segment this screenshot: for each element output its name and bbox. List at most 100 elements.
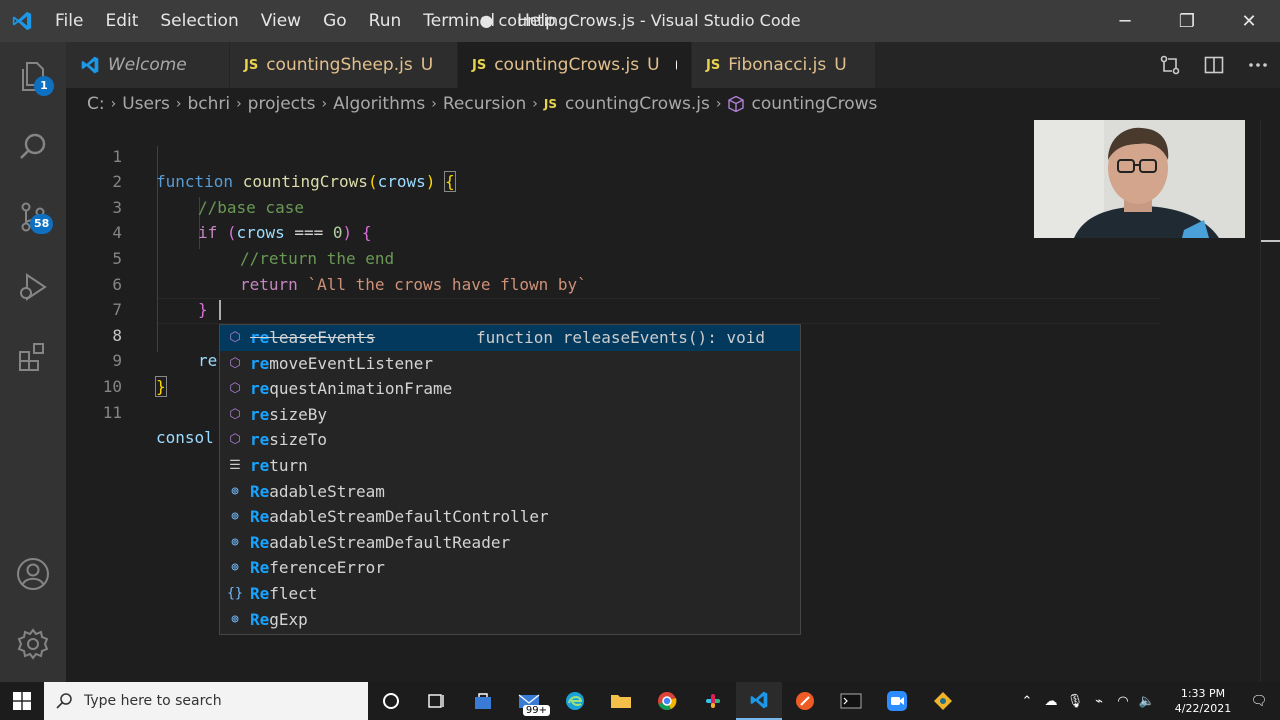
wifi-icon[interactable]: ◠ <box>1112 694 1134 709</box>
store-icon[interactable] <box>460 682 506 720</box>
zoom-icon[interactable] <box>874 682 920 720</box>
breadcrumb-drive[interactable]: C: <box>87 94 105 114</box>
explorer-badge: 1 <box>34 76 54 96</box>
menu-file[interactable]: File <box>44 0 94 42</box>
chevron-right-icon: › <box>175 96 182 112</box>
file-explorer-icon[interactable] <box>598 682 644 720</box>
cube-icon: ⬡ <box>229 406 241 422</box>
postman-icon[interactable] <box>782 682 828 720</box>
suggestion-item[interactable]: ☰ return <box>220 453 800 479</box>
code-line: 8 re <box>66 297 217 371</box>
slack-icon[interactable] <box>690 682 736 720</box>
vscode-small-icon <box>80 55 100 75</box>
suggestion-item[interactable]: ⬡ resizeTo <box>220 427 800 453</box>
edge-icon[interactable] <box>552 682 598 720</box>
extensions-icon[interactable] <box>0 322 66 392</box>
js-file-icon: JS <box>706 57 721 73</box>
code-line: 3 if (crows === 0) { <box>66 169 371 243</box>
chevron-up-icon[interactable]: ⌃ <box>1016 694 1038 709</box>
suggestion-item[interactable]: ⊚ ReadableStreamDefaultController <box>220 504 800 530</box>
tab-fibonacci[interactable]: JS Fibonacci.js U <box>692 42 876 88</box>
unsaved-dot-icon[interactable] <box>675 60 677 70</box>
source-control-icon[interactable]: 58 <box>0 182 66 252</box>
power-icon[interactable]: ⌁ <box>1088 694 1110 709</box>
breadcrumb-recursion[interactable]: Recursion <box>443 94 526 114</box>
suggestion-label: ReferenceError <box>250 558 385 578</box>
menu-help[interactable]: Help <box>506 0 567 42</box>
suggestion-item[interactable]: {} Reflect <box>220 581 800 607</box>
system-tray: ⌃ ☁ 🎙 ⌁ ◠ 🔈 1:33 PM 4/22/2021 🗨 <box>1015 682 1280 720</box>
editor-scrollbar[interactable] <box>1260 120 1280 682</box>
suggestion-item[interactable]: ⊚ ReferenceError <box>220 555 800 581</box>
tab-label: countingSheep.js <box>266 55 413 75</box>
suggestion-item[interactable]: ⬡ requestAnimationFrame <box>220 376 800 402</box>
suggestion-label: Reflect <box>250 584 318 603</box>
taskbar-clock[interactable]: 1:33 PM 4/22/2021 <box>1165 686 1241 716</box>
task-view-icon[interactable] <box>414 682 460 720</box>
suggestion-label: ReadableStream <box>250 481 385 501</box>
search-icon[interactable] <box>0 112 66 182</box>
suggestion-label: resizeBy <box>250 404 328 424</box>
restore-button[interactable]: ❐ <box>1156 0 1218 42</box>
cortana-icon[interactable] <box>368 682 414 720</box>
chevron-right-icon: › <box>431 96 437 112</box>
chrome-icon[interactable] <box>644 682 690 720</box>
suggestion-label: return <box>250 456 308 475</box>
code-line: 6 } <box>66 246 207 320</box>
suggestion-item[interactable]: ⊚ ReadableStream <box>220 479 800 505</box>
menu-run[interactable]: Run <box>358 0 413 42</box>
account-icon[interactable] <box>0 539 66 609</box>
split-editor-icon[interactable] <box>1192 42 1236 88</box>
suggestion-label: ReadableStreamDefaultReader <box>250 532 511 552</box>
search-icon <box>56 693 72 709</box>
variable-icon: ⊚ <box>231 483 239 499</box>
more-actions-icon[interactable] <box>1236 42 1280 88</box>
run-debug-icon[interactable] <box>0 252 66 322</box>
mail-icon[interactable]: 99+ <box>506 682 552 720</box>
tab-countingcrows[interactable]: JS countingCrows.js U <box>458 42 692 88</box>
breadcrumb-algorithms[interactable]: Algorithms <box>333 94 425 114</box>
suggestion-item[interactable]: ⊚ RegExp <box>220 607 800 633</box>
breadcrumb-projects[interactable]: projects <box>248 94 316 114</box>
compare-changes-icon[interactable] <box>1148 42 1192 88</box>
suggestion-label: requestAnimationFrame <box>250 379 453 399</box>
autocomplete-suggestions: ⬡ releaseEvents function releaseEvents(): … <box>219 324 801 635</box>
code-line: 11 consol <box>66 374 214 448</box>
suggestion-item[interactable]: ⬡ releaseEvents function releaseEvents(): … <box>220 325 800 351</box>
windows-taskbar: Type here to search 99+ ⌃ ☁ 🎙 ⌁ ◠ 🔈 1:33… <box>0 682 1280 720</box>
close-button[interactable]: ✕ <box>1218 0 1280 42</box>
menu-terminal[interactable]: Terminal <box>412 0 506 42</box>
taskbar-search-input[interactable]: Type here to search <box>44 682 368 720</box>
explorer-icon[interactable]: 1 <box>0 42 66 112</box>
code-line: 5 return `All the crows have flown by` <box>66 220 586 294</box>
breadcrumb-users[interactable]: Users <box>122 94 170 114</box>
git-kraken-icon[interactable] <box>920 682 966 720</box>
breadcrumb-symbol[interactable]: countingCrows <box>751 94 877 114</box>
menu-edit[interactable]: Edit <box>94 0 149 42</box>
title-bar: File Edit Selection View Go Run Terminal… <box>0 0 1280 42</box>
menu-selection[interactable]: Selection <box>149 0 249 42</box>
chevron-right-icon: › <box>236 96 242 112</box>
untracked-status: U <box>647 55 660 75</box>
terminal-icon[interactable] <box>828 682 874 720</box>
keyword-icon: ☰ <box>229 458 241 473</box>
menu-view[interactable]: View <box>250 0 312 42</box>
js-file-icon: JS <box>543 97 557 111</box>
suggestion-item[interactable]: ⊚ ReadableStreamDefaultReader <box>220 530 800 556</box>
windows-start-icon[interactable] <box>0 682 44 720</box>
notifications-icon[interactable]: 🗨 <box>1248 694 1270 709</box>
vscode-taskbar-icon[interactable] <box>736 682 782 720</box>
microphone-icon[interactable]: 🎙 <box>1064 694 1086 709</box>
tab-countingsheep[interactable]: JS countingSheep.js U <box>230 42 458 88</box>
minimize-button[interactable]: ─ <box>1094 0 1156 42</box>
breadcrumb-file[interactable]: countingCrows.js <box>565 94 710 114</box>
tab-welcome[interactable]: Welcome <box>66 42 230 88</box>
suggestion-item[interactable]: ⬡ removeEventListener <box>220 351 800 377</box>
suggestion-item[interactable]: ⬡ resizeBy <box>220 402 800 428</box>
manage-gear-icon[interactable] <box>0 609 66 679</box>
webcam-person-image <box>1034 120 1245 238</box>
cloud-icon[interactable]: ☁ <box>1040 694 1062 709</box>
breadcrumb-bchri[interactable]: bchri <box>187 94 230 114</box>
menu-go[interactable]: Go <box>312 0 358 42</box>
volume-icon[interactable]: 🔈 <box>1136 694 1158 709</box>
